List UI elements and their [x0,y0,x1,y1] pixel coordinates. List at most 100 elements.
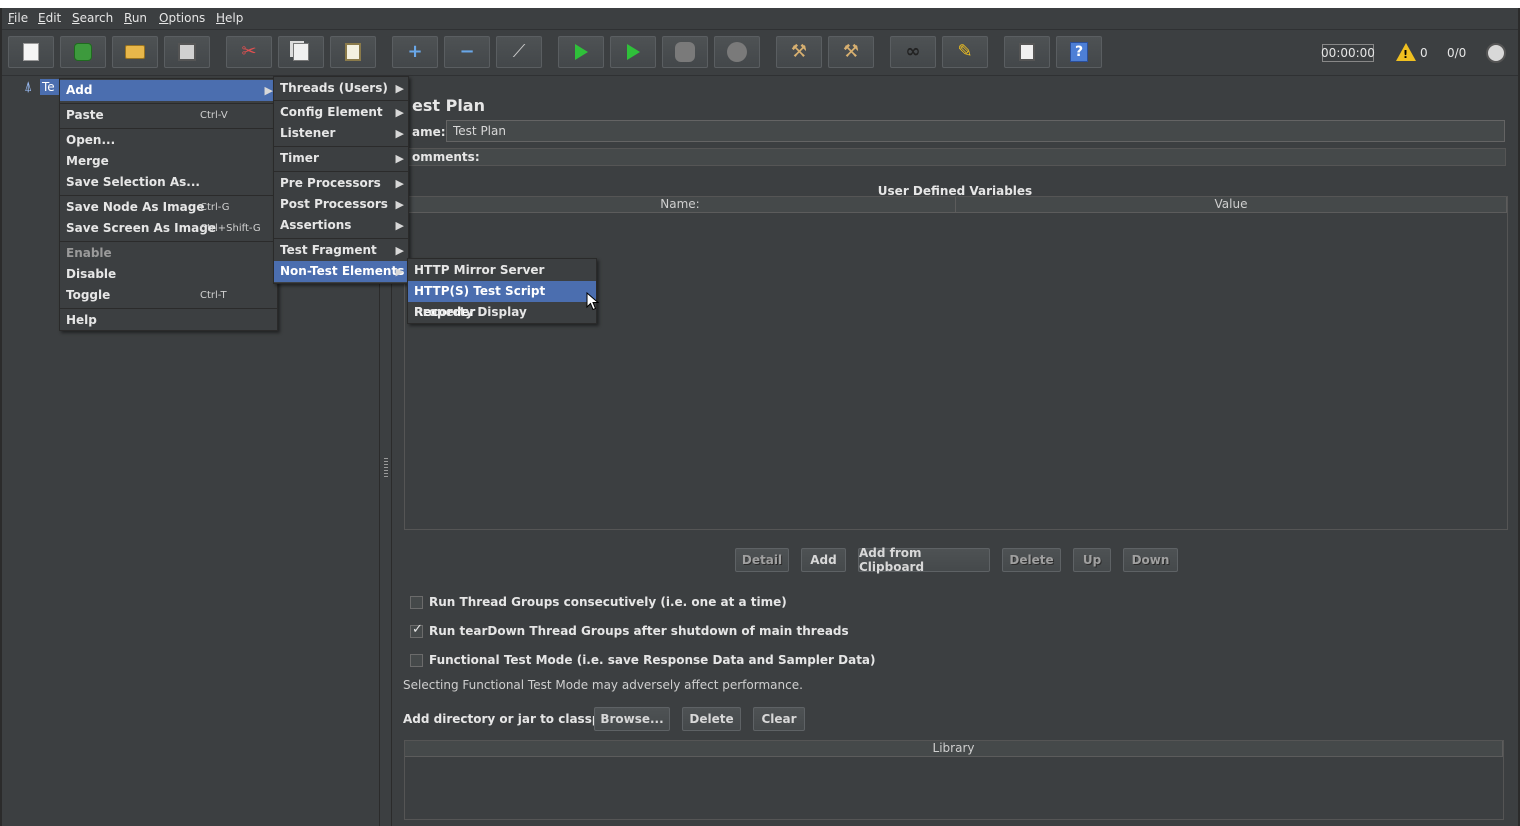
functional-mode-label: Functional Test Mode (i.e. save Response… [429,653,876,667]
context-menu-item-add[interactable]: Add ▶ [60,80,277,101]
search-button[interactable]: ∞ [890,36,936,68]
binoculars-icon: ∞ [905,41,921,62]
menu-search[interactable]: Search [72,11,113,25]
menu-separator [60,103,277,104]
context-menu-item-save-screen-image[interactable]: Save Screen As Image Ctrl+Shift-G [60,218,277,239]
stop-icon [675,42,695,62]
add-button[interactable]: Add [801,548,846,572]
context-menu-item-merge[interactable]: Merge [60,151,277,172]
context-menu-item-disable[interactable]: Disable [60,264,277,285]
shutdown-button[interactable] [714,36,760,68]
run-consecutively-checkbox[interactable] [410,596,423,609]
stop-button[interactable] [662,36,708,68]
run-teardown-checkbox[interactable]: ✓ [410,622,423,638]
collapse-all-button[interactable]: − [444,36,490,68]
start-button[interactable] [558,36,604,68]
reset-search-icon: ✎ [957,41,973,62]
add-submenu: Threads (Users) ▶ Config Element ▶ Listene… [273,76,409,284]
templates-button[interactable] [60,36,106,68]
menu-separator [60,241,277,242]
help-button[interactable]: ? [1056,36,1102,68]
context-menu-item-paste[interactable]: Paste Ctrl-V [60,105,277,126]
function-helper-button[interactable] [1004,36,1050,68]
name-field[interactable] [446,120,1505,142]
start-no-pauses-button[interactable] [610,36,656,68]
expand-all-button[interactable]: + [392,36,438,68]
reset-search-button[interactable]: ✎ [942,36,988,68]
warning-exclamation: ! [1403,48,1409,61]
toolbar: ✂ + − ⟋ ⚒ ⚒ ∞ ✎ ? [2,30,1518,76]
non-test-item-http-mirror-server[interactable]: HTTP Mirror Server [408,260,596,281]
splitter-grip[interactable] [384,458,388,478]
submenu-arrow-icon: ▶ [395,198,404,211]
submenu-arrow-icon: ▶ [395,265,404,278]
submenu-arrow-icon: ▶ [264,84,273,97]
folder-icon [125,45,145,59]
non-test-item-https-test-script-recorder[interactable]: HTTP(S) Test Script Recorder [408,281,596,319]
non-test-item-property-display[interactable]: Property Display [408,302,596,323]
context-menu-item-save-node-image[interactable]: Save Node As Image Ctrl-G [60,197,277,218]
menu-separator [274,238,408,239]
add-submenu-item-config-element[interactable]: Config Element ▶ [274,102,408,123]
add-submenu-item-pre-processors[interactable]: Pre Processors ▶ [274,173,408,194]
warning-count: 0 [1420,46,1428,60]
plus-icon: + [407,41,423,62]
add-submenu-item-assertions[interactable]: Assertions ▶ [274,215,408,236]
add-submenu-item-threads[interactable]: Threads (Users) ▶ [274,78,408,99]
functional-mode-checkbox[interactable] [410,654,423,667]
column-header-name[interactable]: Name: [405,197,956,213]
delete-button[interactable]: Delete [1002,548,1061,572]
run-consecutively-label: Run Thread Groups consecutively (i.e. on… [429,595,787,609]
add-submenu-item-timer[interactable]: Timer ▶ [274,148,408,169]
column-header-value[interactable]: Value [956,197,1507,213]
context-menu-item-help[interactable]: Help [60,310,277,331]
up-button[interactable]: Up [1073,548,1111,572]
submenu-arrow-icon: ▶ [395,127,404,140]
menu-help[interactable]: Help [216,11,243,25]
add-submenu-item-post-processors[interactable]: Post Processors ▶ [274,194,408,215]
clear-button[interactable]: ⚒ [776,36,822,68]
context-menu-item-toggle[interactable]: Toggle Ctrl-T [60,285,277,306]
submenu-arrow-icon: ▶ [395,177,404,190]
menu-options[interactable]: Options [159,11,205,25]
comments-field[interactable] [404,148,1506,166]
paste-button[interactable] [330,36,376,68]
library-table[interactable]: Library [404,740,1504,820]
menubar: File Edit Search Run Options Help [2,8,1518,30]
toggle-button[interactable]: ⟋ [496,36,542,68]
add-submenu-item-non-test-elements[interactable]: Non-Test Elements ▶ [274,261,408,282]
page-title: est Plan [412,96,485,115]
classpath-delete-button[interactable]: Delete [682,707,741,731]
context-menu-item-open[interactable]: Open... [60,130,277,151]
templates-icon [74,43,92,61]
menu-separator [60,308,277,309]
play-icon [574,44,588,60]
add-submenu-item-listener[interactable]: Listener ▶ [274,123,408,144]
context-menu-item-save-selection[interactable]: Save Selection As... [60,172,277,193]
new-button[interactable] [8,36,54,68]
detail-button[interactable]: Detail [735,548,789,572]
udv-table[interactable]: Name: Value [404,196,1508,530]
submenu-arrow-icon: ▶ [395,106,404,119]
copy-button[interactable] [278,36,324,68]
context-menu-item-enable[interactable]: Enable [60,243,277,264]
add-from-clipboard-button[interactable]: Add from Clipboard [858,546,990,574]
test-plan-icon: ⍋ [24,79,33,95]
jmeter-window: File Edit Search Run Options Help ✂ + − … [0,8,1520,826]
shutdown-icon [727,42,747,62]
broom-all-icon: ⚒ [842,41,860,62]
checkmark-icon: ✓ [412,622,423,637]
menu-edit[interactable]: Edit [38,11,61,25]
menu-file[interactable]: File [8,11,28,25]
browse-button[interactable]: Browse... [594,707,670,731]
column-header-library[interactable]: Library [405,741,1503,757]
clear-all-button[interactable]: ⚒ [828,36,874,68]
save-button[interactable] [164,36,210,68]
cut-button[interactable]: ✂ [226,36,272,68]
open-button[interactable] [112,36,158,68]
add-submenu-item-test-fragment[interactable]: Test Fragment ▶ [274,240,408,261]
down-button[interactable]: Down [1123,548,1178,572]
play-no-pause-icon [626,44,640,60]
menu-run[interactable]: Run [124,11,147,25]
classpath-clear-button[interactable]: Clear [753,707,805,731]
